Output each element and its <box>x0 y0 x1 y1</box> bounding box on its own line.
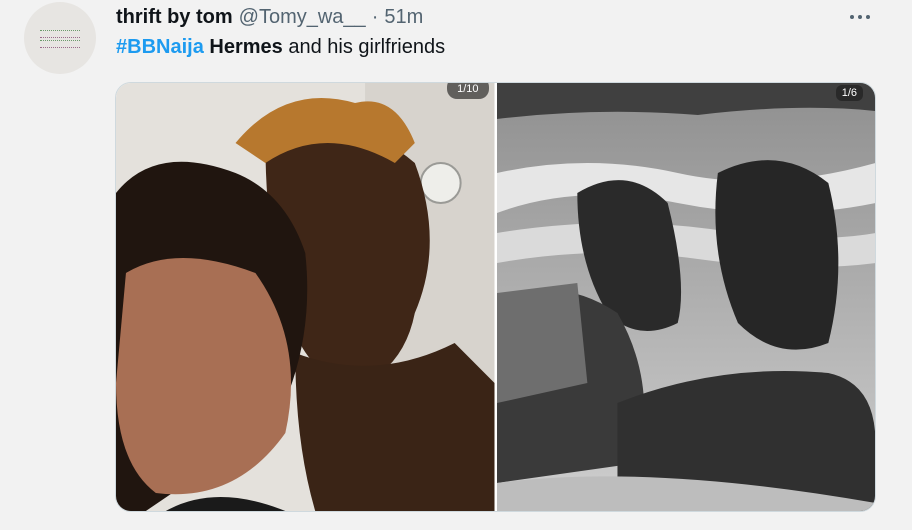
photo-1[interactable]: 1/10 <box>116 83 495 511</box>
more-options-icon[interactable] <box>844 6 876 28</box>
photo-2[interactable]: 1/6 <box>496 83 875 511</box>
more-dot <box>850 15 854 19</box>
hashtag-link[interactable]: #BBNaija <box>116 36 204 58</box>
photo-counter: 1/6 <box>835 85 863 101</box>
separator-dot: · <box>371 6 379 28</box>
brand-logo-vine-icon <box>40 40 80 48</box>
tweet-header: thrift by tom @Tomy_wa__ · 51m <box>116 6 423 30</box>
tweet-card[interactable]: thrift by tom @Tomy_wa__ · 51m #BBNaija … <box>0 0 912 530</box>
photo-2-image <box>496 83 875 511</box>
media-grid: 1/10 1/6 <box>115 82 876 512</box>
brand-logo-icon <box>40 30 80 38</box>
tweet-bold-word: Hermes <box>209 36 283 58</box>
tweet-text: #BBNaija Hermes and his girlfriends <box>116 36 445 59</box>
timestamp[interactable]: 51m <box>384 6 423 29</box>
avatar[interactable] <box>24 2 96 74</box>
user-handle[interactable]: @Tomy_wa__ <box>239 6 366 29</box>
photo-counter: 1/10 <box>447 83 489 99</box>
tweet-text-rest: and his girlfriends <box>282 36 446 58</box>
more-dot <box>858 15 862 19</box>
more-dot <box>866 15 870 19</box>
photo-1-image <box>116 83 495 511</box>
display-name[interactable]: thrift by tom <box>116 6 233 29</box>
